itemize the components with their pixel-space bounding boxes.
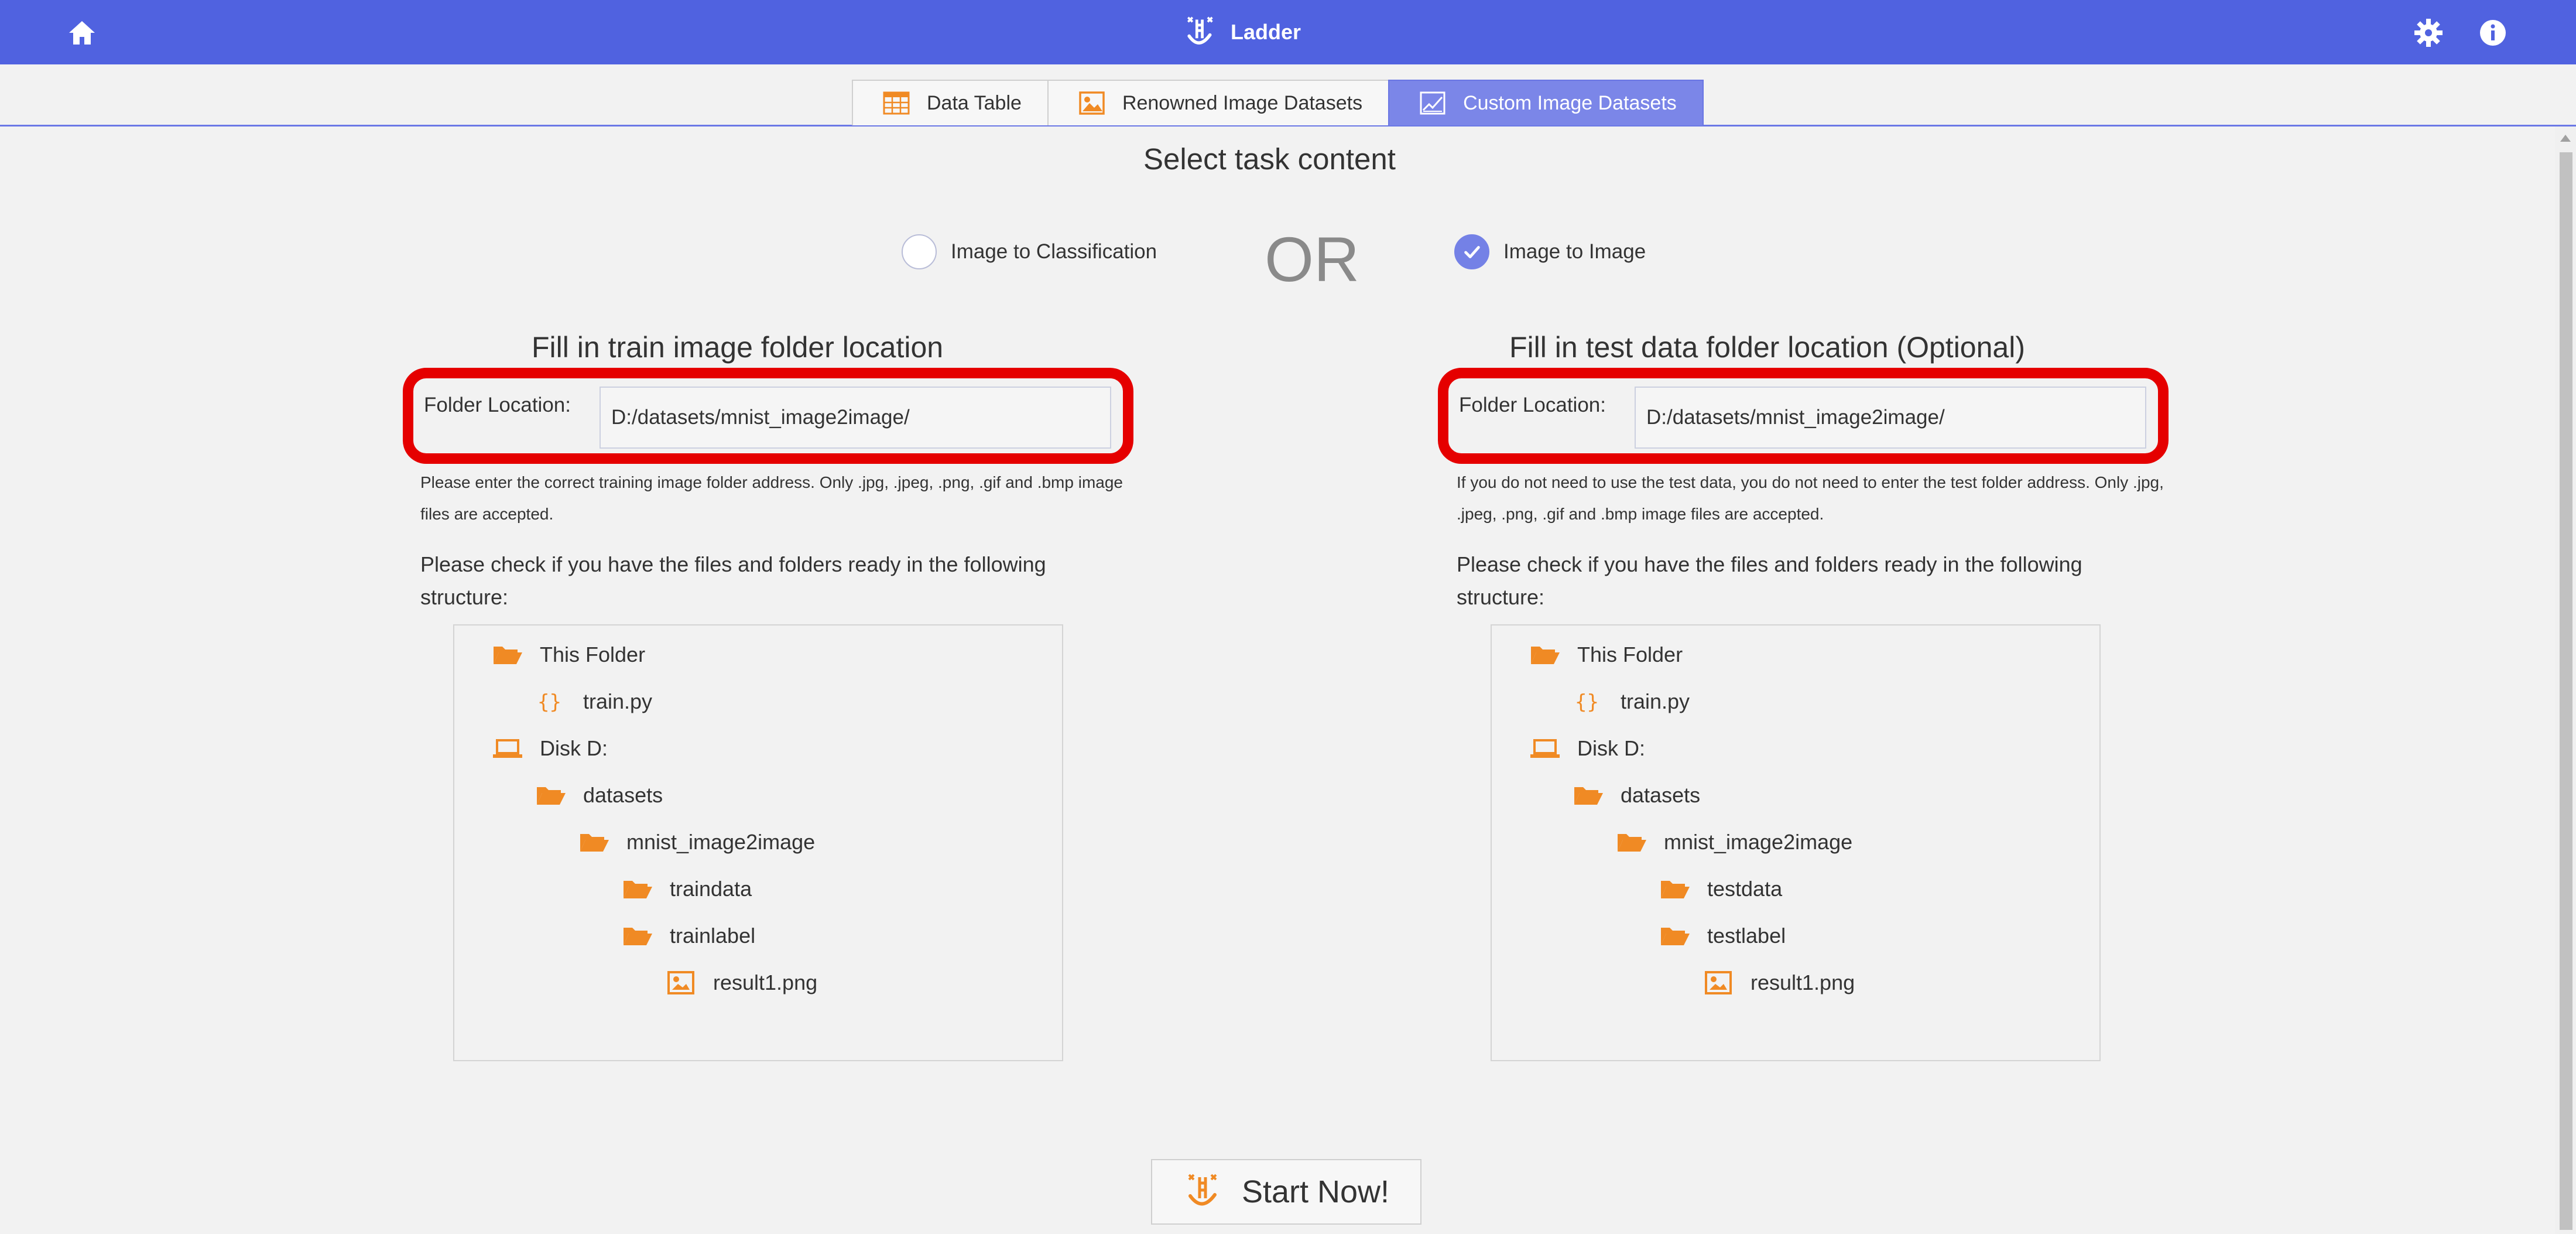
folder-open-icon — [537, 787, 566, 805]
tab-custom-image-datasets[interactable]: Custom Image Datasets — [1388, 80, 1704, 125]
folder-open-icon — [1574, 787, 1603, 805]
folder-open-icon — [1661, 881, 1690, 898]
folder-open-icon — [1618, 834, 1646, 852]
tab-data-table[interactable]: Data Table — [852, 80, 1049, 125]
scrollbar-thumb[interactable] — [2560, 152, 2572, 1230]
laptop-icon — [493, 739, 522, 758]
tree-item-train-py: {} train.py — [535, 685, 652, 718]
train-folder-label: Folder Location: — [424, 394, 571, 416]
tree-item-testlabel: testlabel — [1659, 919, 1786, 952]
laptop-icon — [1530, 739, 1560, 758]
tree-item-disk-d: Disk D: — [1529, 732, 1645, 765]
radio-label: Image to Classification — [951, 240, 1157, 263]
tree-item-disk-d: Disk D: — [492, 732, 608, 765]
train-hint-text: Please enter the correct training image … — [420, 473, 1123, 523]
svg-text:{}: {} — [1575, 691, 1599, 714]
vertical-scrollbar[interactable] — [2555, 127, 2576, 1234]
tab-label: Data Table — [927, 91, 1022, 114]
train-folder-tree: This Folder {} train.py Disk D: datasets… — [453, 624, 1063, 1061]
tab-bar: Data Table Renowned Image Datasets Custo… — [0, 80, 2576, 127]
tree-item-result1-png: result1.png — [1703, 966, 1855, 999]
ladder-logo-icon — [1188, 1174, 1217, 1206]
test-hint-text: If you do not need to use the test data,… — [1457, 473, 2164, 523]
folder-open-icon — [1531, 647, 1560, 664]
ladder-logo-icon — [1187, 16, 1213, 45]
tree-item-traindata: traindata — [622, 873, 752, 905]
train-folder-field-highlight: Folder Location: D:/datasets/mnist_image… — [403, 368, 1133, 464]
top-bar: Ladder — [0, 0, 2576, 64]
tab-label: Custom Image Datasets — [1463, 91, 1677, 114]
tree-item-datasets: datasets — [535, 779, 663, 812]
tree-item-result1-png: result1.png — [665, 966, 817, 999]
test-panel-title: Fill in test data folder location (Optio… — [1509, 331, 2025, 364]
select-task-heading: Select task content — [1143, 142, 1396, 176]
test-structure-note: Please check if you have the files and f… — [1457, 552, 2082, 609]
code-braces-icon: {} — [1575, 691, 1599, 714]
image-icon — [1079, 91, 1105, 115]
train-folder-input[interactable]: D:/datasets/mnist_image2image/ — [600, 387, 1111, 449]
tree-item-train-py: {} train.py — [1573, 685, 1690, 718]
tab-label: Renowned Image Datasets — [1122, 91, 1363, 114]
radio-label: Image to Image — [1503, 240, 1646, 263]
tab-renowned-image-datasets[interactable]: Renowned Image Datasets — [1047, 80, 1390, 125]
code-braces-icon: {} — [537, 691, 561, 714]
radio-checked-icon[interactable] — [1454, 234, 1489, 269]
tree-item-mnist-image2image: mnist_image2image — [1616, 826, 1852, 859]
test-folder-field-highlight: Folder Location: D:/datasets/mnist_image… — [1438, 368, 2169, 464]
settings-gear-icon[interactable] — [2412, 16, 2445, 49]
radio-image-to-classification[interactable]: Image to Classification — [902, 234, 1157, 269]
tree-item-testdata: testdata — [1659, 873, 1782, 905]
or-separator: OR — [1265, 224, 1359, 295]
folder-open-icon — [494, 647, 522, 664]
test-folder-tree: This Folder {} train.py Disk D: datasets… — [1491, 624, 2101, 1061]
test-folder-label: Folder Location: — [1459, 394, 1606, 416]
tree-item-trainlabel: trainlabel — [622, 919, 755, 952]
start-now-button[interactable]: Start Now! — [1151, 1159, 1421, 1225]
app-title: Ladder — [1231, 20, 1301, 44]
tree-item-datasets: datasets — [1573, 779, 1700, 812]
table-icon — [883, 91, 910, 115]
tree-item-this-folder: This Folder — [1529, 638, 1683, 671]
folder-open-icon — [624, 928, 652, 945]
chart-image-icon — [1420, 91, 1445, 115]
svg-text:{}: {} — [537, 691, 561, 714]
image-file-icon — [1705, 971, 1732, 994]
radio-image-to-image[interactable]: Image to Image — [1454, 234, 1646, 269]
home-icon[interactable] — [66, 16, 98, 49]
tree-item-this-folder: This Folder — [492, 638, 645, 671]
folder-open-icon — [624, 881, 652, 898]
radio-unchecked-icon[interactable] — [902, 234, 937, 269]
image-file-icon — [667, 971, 694, 994]
test-folder-input[interactable]: D:/datasets/mnist_image2image/ — [1635, 387, 2146, 449]
tree-item-mnist-image2image: mnist_image2image — [578, 826, 815, 859]
info-icon[interactable] — [2476, 16, 2509, 49]
train-structure-note: Please check if you have the files and f… — [420, 552, 1046, 609]
app-brand: Ladder — [1183, 13, 1301, 52]
scroll-up-arrow-icon[interactable] — [2560, 135, 2571, 142]
train-panel-title: Fill in train image folder location — [532, 331, 944, 364]
start-button-label: Start Now! — [1241, 1174, 1390, 1209]
folder-open-icon — [580, 834, 609, 852]
folder-open-icon — [1661, 928, 1690, 945]
